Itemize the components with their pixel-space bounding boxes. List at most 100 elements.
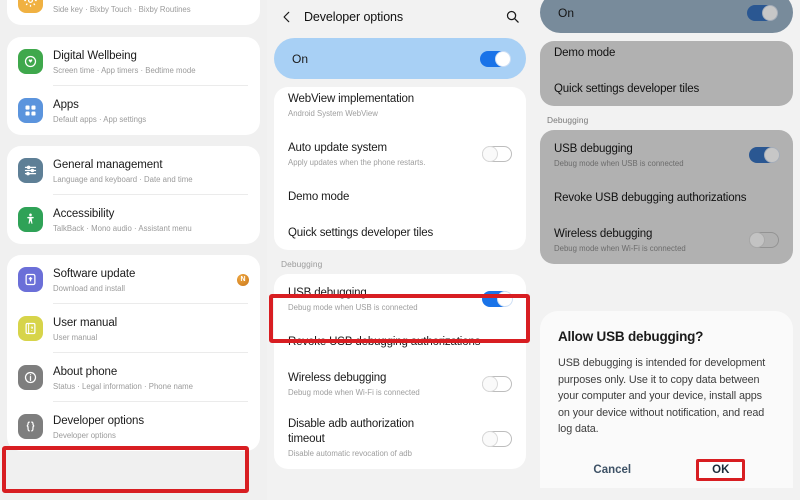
settings-item-text: Apps Default apps · App settings	[53, 95, 249, 126]
toggle-knob	[497, 291, 513, 307]
row-text: WebView implementation Android System We…	[288, 89, 512, 120]
settings-item-subtitle: Screen time · App timers · Bedtime mode	[53, 65, 249, 77]
dialog-actions: Cancel OK	[558, 452, 775, 488]
developer-options-master-switch-row[interactable]: On	[274, 38, 526, 79]
usb-debugging-toggle[interactable]	[482, 291, 512, 307]
settings-item-title: About phone	[53, 366, 117, 378]
settings-item-subtitle: Language and keyboard · Date and time	[53, 174, 249, 186]
wireless-debugging-toggle[interactable]	[749, 232, 779, 248]
settings-group: General management Language and keyboard…	[7, 146, 260, 244]
row-title: Demo mode	[554, 47, 615, 59]
cancel-button[interactable]: Cancel	[558, 464, 667, 476]
row-quick-settings-developer-tiles[interactable]: Quick settings developer tiles	[540, 70, 793, 106]
settings-item-title: Apps	[53, 99, 79, 111]
settings-item-subtitle: Side key · Bixby Touch · Bixby Routines	[53, 4, 249, 16]
developer-options-row-group: Demo mode Quick settings developer tiles	[540, 41, 793, 106]
row-revoke-usb-debugging-authorizations[interactable]: Revoke USB debugging authorizations	[540, 179, 793, 215]
digital-wellbeing-icon	[18, 49, 43, 74]
master-toggle[interactable]	[480, 51, 510, 67]
row-text: Wireless debugging Debug mode when Wi-Fi…	[288, 368, 482, 399]
settings-item-text: Advanced features Side key · Bixby Touch…	[53, 0, 249, 16]
adb-timeout-toggle[interactable]	[482, 431, 512, 447]
settings-item-subtitle: Developer options	[53, 430, 249, 442]
panel-developer-options: Developer options On WebView implementat…	[267, 0, 533, 500]
row-text: Revoke USB debugging authorizations	[288, 332, 512, 350]
toggle-knob	[482, 431, 498, 447]
row-usb-debugging[interactable]: USB debugging Debug mode when USB is con…	[540, 130, 793, 179]
user-manual-icon	[18, 316, 43, 341]
row-subtitle: Apply updates when the phone restarts.	[288, 157, 482, 169]
auto-update-toggle[interactable]	[482, 146, 512, 162]
settings-item-accessibility[interactable]: Accessibility TalkBack · Mono audio · As…	[7, 195, 260, 244]
accessibility-icon	[18, 207, 43, 232]
row-quick-settings-developer-tiles[interactable]: Quick settings developer tiles	[274, 214, 526, 250]
developer-options-icon	[18, 414, 43, 439]
row-text: Quick settings developer tiles	[288, 223, 512, 241]
dimmed-background-content: On Demo mode Quick settings developer ti…	[533, 0, 800, 264]
row-title: Quick settings developer tiles	[554, 83, 699, 95]
advanced-features-icon	[18, 0, 43, 13]
settings-item-title: Developer options	[53, 415, 144, 427]
row-title: Wireless debugging	[288, 372, 386, 384]
row-title: WebView implementation	[288, 93, 414, 105]
settings-item-text: Digital Wellbeing Screen time · App time…	[53, 46, 249, 77]
wireless-debugging-toggle[interactable]	[482, 376, 512, 392]
developer-options-master-switch-row[interactable]: On	[540, 0, 793, 33]
general-management-icon	[18, 158, 43, 183]
row-subtitle: Debug mode when USB is connected	[288, 302, 482, 314]
settings-item-software-update[interactable]: Software update Download and install N	[7, 255, 260, 304]
row-subtitle: Debug mode when Wi-Fi is connected	[288, 387, 482, 399]
settings-item-general-management[interactable]: General management Language and keyboard…	[7, 146, 260, 195]
row-text: Demo mode	[554, 43, 779, 61]
debugging-row-group: USB debugging Debug mode when USB is con…	[540, 130, 793, 264]
software-update-icon	[18, 267, 43, 292]
row-text: Demo mode	[288, 187, 512, 205]
developer-options-row-group: WebView implementation Android System We…	[274, 87, 526, 250]
row-wireless-debugging[interactable]: Wireless debugging Debug mode when Wi-Fi…	[274, 359, 526, 408]
settings-item-developer-options[interactable]: Developer options Developer options	[7, 402, 260, 451]
settings-item-advanced-features[interactable]: Advanced features Side key · Bixby Touch…	[7, 0, 260, 25]
settings-item-apps[interactable]: Apps Default apps · App settings	[7, 86, 260, 135]
settings-item-title: Advanced features	[53, 0, 147, 1]
settings-item-text: Accessibility TalkBack · Mono audio · As…	[53, 204, 249, 235]
row-text: USB debugging Debug mode when USB is con…	[554, 139, 749, 170]
row-title: Disable adb authorization timeout	[288, 417, 453, 447]
row-subtitle: Debug mode when Wi-Fi is connected	[554, 243, 749, 255]
settings-item-user-manual[interactable]: User manual User manual	[7, 304, 260, 353]
usb-debugging-toggle[interactable]	[749, 147, 779, 163]
row-demo-mode[interactable]: Demo mode	[540, 41, 793, 70]
search-icon[interactable]	[505, 9, 520, 24]
settings-item-subtitle: TalkBack · Mono audio · Assistant menu	[53, 223, 249, 235]
row-auto-update-system[interactable]: Auto update system Apply updates when th…	[274, 129, 526, 178]
row-disable-adb-authorization-timeout[interactable]: Disable adb authorization timeout Disabl…	[274, 408, 526, 469]
dialog-title: Allow USB debugging?	[558, 329, 775, 344]
settings-item-about-phone[interactable]: About phone Status · Legal information ·…	[7, 353, 260, 402]
settings-item-subtitle: Status · Legal information · Phone name	[53, 381, 249, 393]
toggle-knob	[764, 147, 780, 163]
back-chevron-icon[interactable]	[280, 10, 294, 24]
row-title: Quick settings developer tiles	[288, 227, 433, 239]
row-revoke-usb-debugging-authorizations[interactable]: Revoke USB debugging authorizations	[274, 323, 526, 359]
dialog-body: USB debugging is intended for developmen…	[558, 355, 775, 438]
settings-item-title: Software update	[53, 268, 135, 280]
settings-item-text: Developer options Developer options	[53, 411, 249, 442]
row-subtitle: Debug mode when USB is connected	[554, 158, 749, 170]
ok-button[interactable]: OK	[696, 459, 745, 481]
row-title: USB debugging	[554, 143, 633, 155]
row-title: Revoke USB debugging authorizations	[288, 336, 480, 348]
toggle-knob	[749, 232, 765, 248]
developer-options-callout-box	[2, 446, 249, 493]
toggle-knob	[495, 51, 511, 67]
settings-item-digital-wellbeing[interactable]: Digital Wellbeing Screen time · App time…	[7, 37, 260, 86]
row-webview-implementation[interactable]: WebView implementation Android System We…	[274, 87, 526, 129]
toggle-knob	[482, 146, 498, 162]
row-demo-mode[interactable]: Demo mode	[274, 178, 526, 214]
developer-options-header: Developer options	[267, 0, 533, 33]
update-badge: N	[237, 274, 249, 286]
row-usb-debugging[interactable]: USB debugging Debug mode when USB is con…	[274, 274, 526, 323]
master-toggle[interactable]	[747, 5, 777, 21]
row-title: Demo mode	[288, 191, 349, 203]
settings-item-subtitle: User manual	[53, 332, 249, 344]
three-panel-screenshot: Advanced features Side key · Bixby Touch…	[0, 0, 800, 500]
row-wireless-debugging[interactable]: Wireless debugging Debug mode when Wi-Fi…	[540, 215, 793, 264]
